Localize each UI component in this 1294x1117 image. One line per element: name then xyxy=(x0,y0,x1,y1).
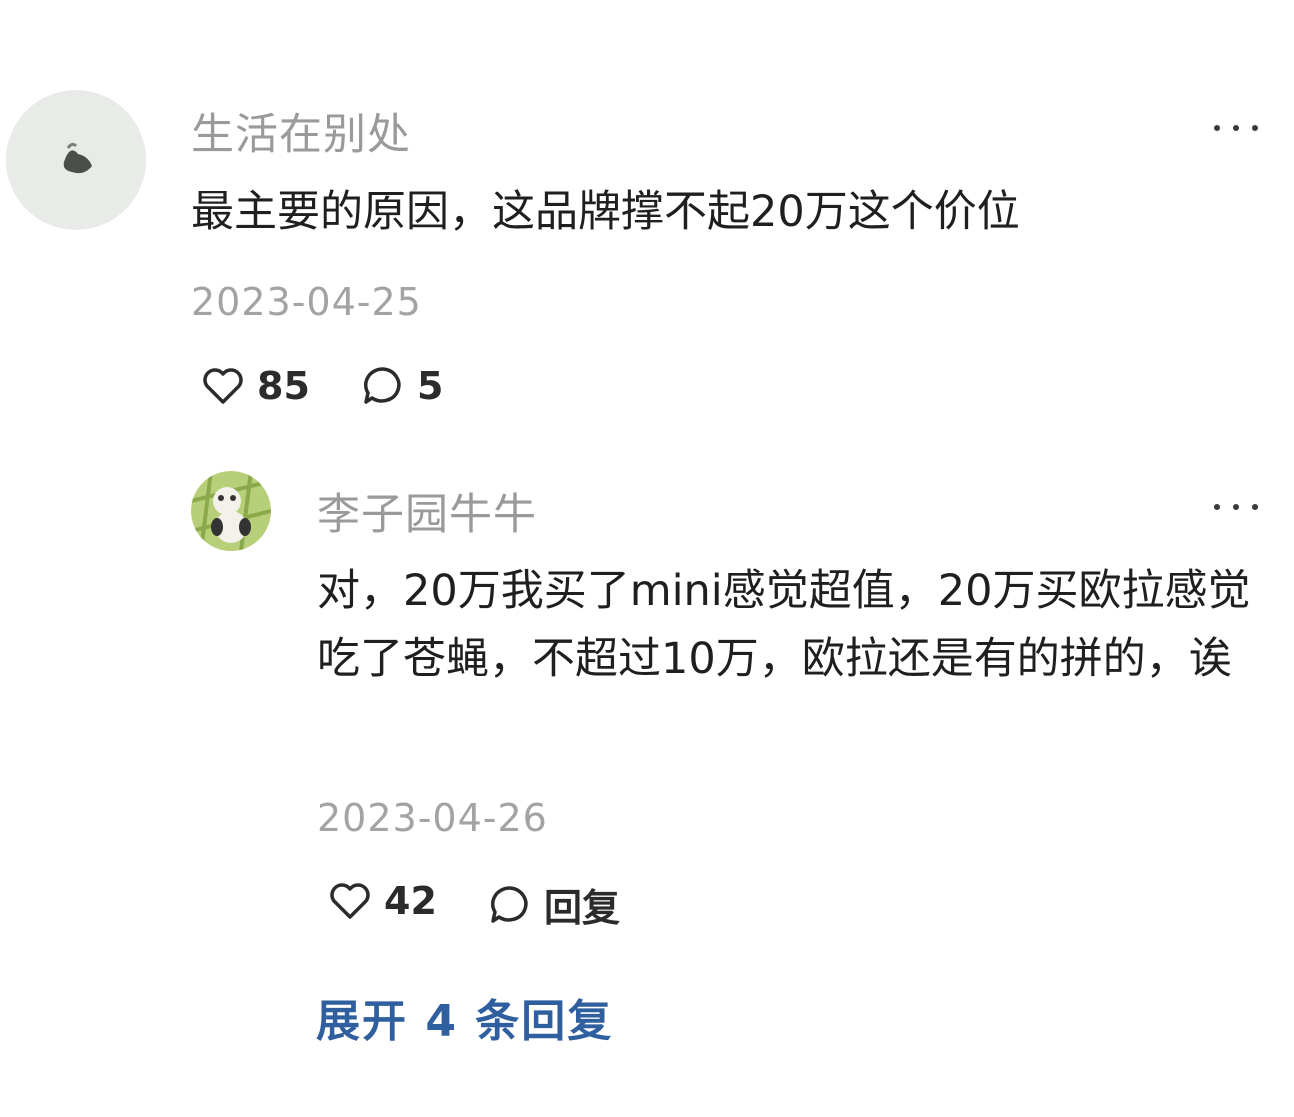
reply-like-count: 42 xyxy=(384,879,437,923)
heart-icon xyxy=(330,883,370,919)
heart-icon xyxy=(203,368,243,404)
reply-more-options-button[interactable] xyxy=(1212,501,1260,513)
more-options-button[interactable] xyxy=(1212,122,1260,134)
comment-bubble-icon xyxy=(363,367,401,404)
reply-date: 2023-04-26 xyxy=(317,796,548,840)
avatar-image xyxy=(6,90,146,230)
reply-like-button[interactable]: 42 xyxy=(326,877,437,925)
reply-text: 对，20万我买了mini感觉超值，20万买欧拉感觉吃了苍蝇，不超过10万，欧拉还… xyxy=(317,566,1251,684)
like-count: 85 xyxy=(257,364,310,408)
reply-avatar[interactable] xyxy=(191,471,271,551)
comment-bubble-icon xyxy=(490,885,528,923)
avatar-image xyxy=(191,471,271,551)
reply-reply-button[interactable]: 回复 xyxy=(486,877,620,932)
reply-button[interactable]: 5 xyxy=(359,362,443,410)
like-button[interactable]: 85 xyxy=(199,362,310,410)
username[interactable]: 生活在别处 xyxy=(191,100,411,162)
reply-username[interactable]: 李子园牛牛 xyxy=(317,480,537,542)
avatar[interactable] xyxy=(6,90,146,230)
comment-date: 2023-04-25 xyxy=(191,280,422,324)
reply-count: 5 xyxy=(417,364,444,408)
reply-label: 回复 xyxy=(544,886,621,930)
comment-text: 最主要的原因，这品牌撑不起20万这个价位 xyxy=(191,187,1020,237)
expand-replies-link[interactable]: 展开 4 条回复 xyxy=(316,985,613,1049)
